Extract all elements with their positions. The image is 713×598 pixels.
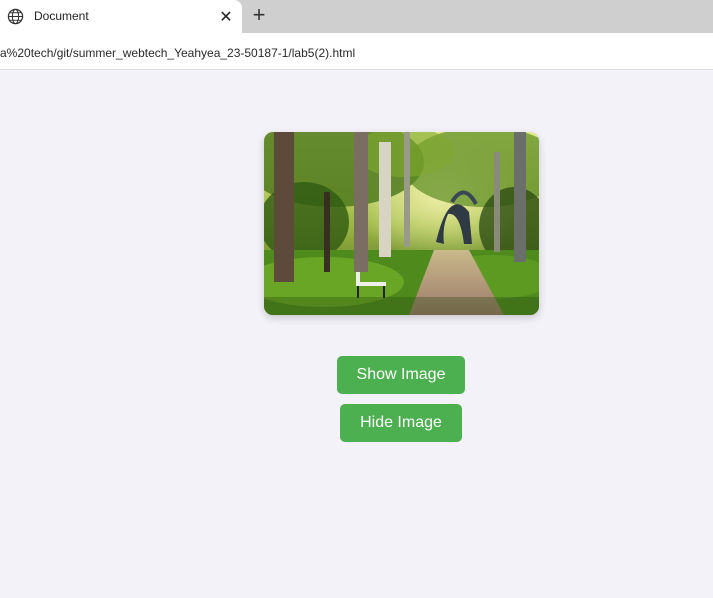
show-image-button[interactable]: Show Image	[337, 356, 465, 394]
hide-image-button[interactable]: Hide Image	[340, 404, 462, 442]
close-icon[interactable]: ✕	[216, 7, 236, 27]
plus-icon[interactable]: +	[248, 4, 270, 26]
browser-tab[interactable]: Document ✕	[0, 0, 242, 33]
tab-strip: Document ✕ +	[0, 0, 713, 33]
globe-icon	[7, 8, 24, 25]
tab-title: Document	[34, 9, 89, 23]
page-content: Show Image Hide Image	[0, 71, 713, 598]
url-text[interactable]: a%20tech/git/summer_webtech_Yeahyea_23-5…	[0, 46, 355, 60]
forest-park-image	[264, 132, 539, 315]
address-bar[interactable]: a%20tech/git/summer_webtech_Yeahyea_23-5…	[0, 33, 713, 70]
